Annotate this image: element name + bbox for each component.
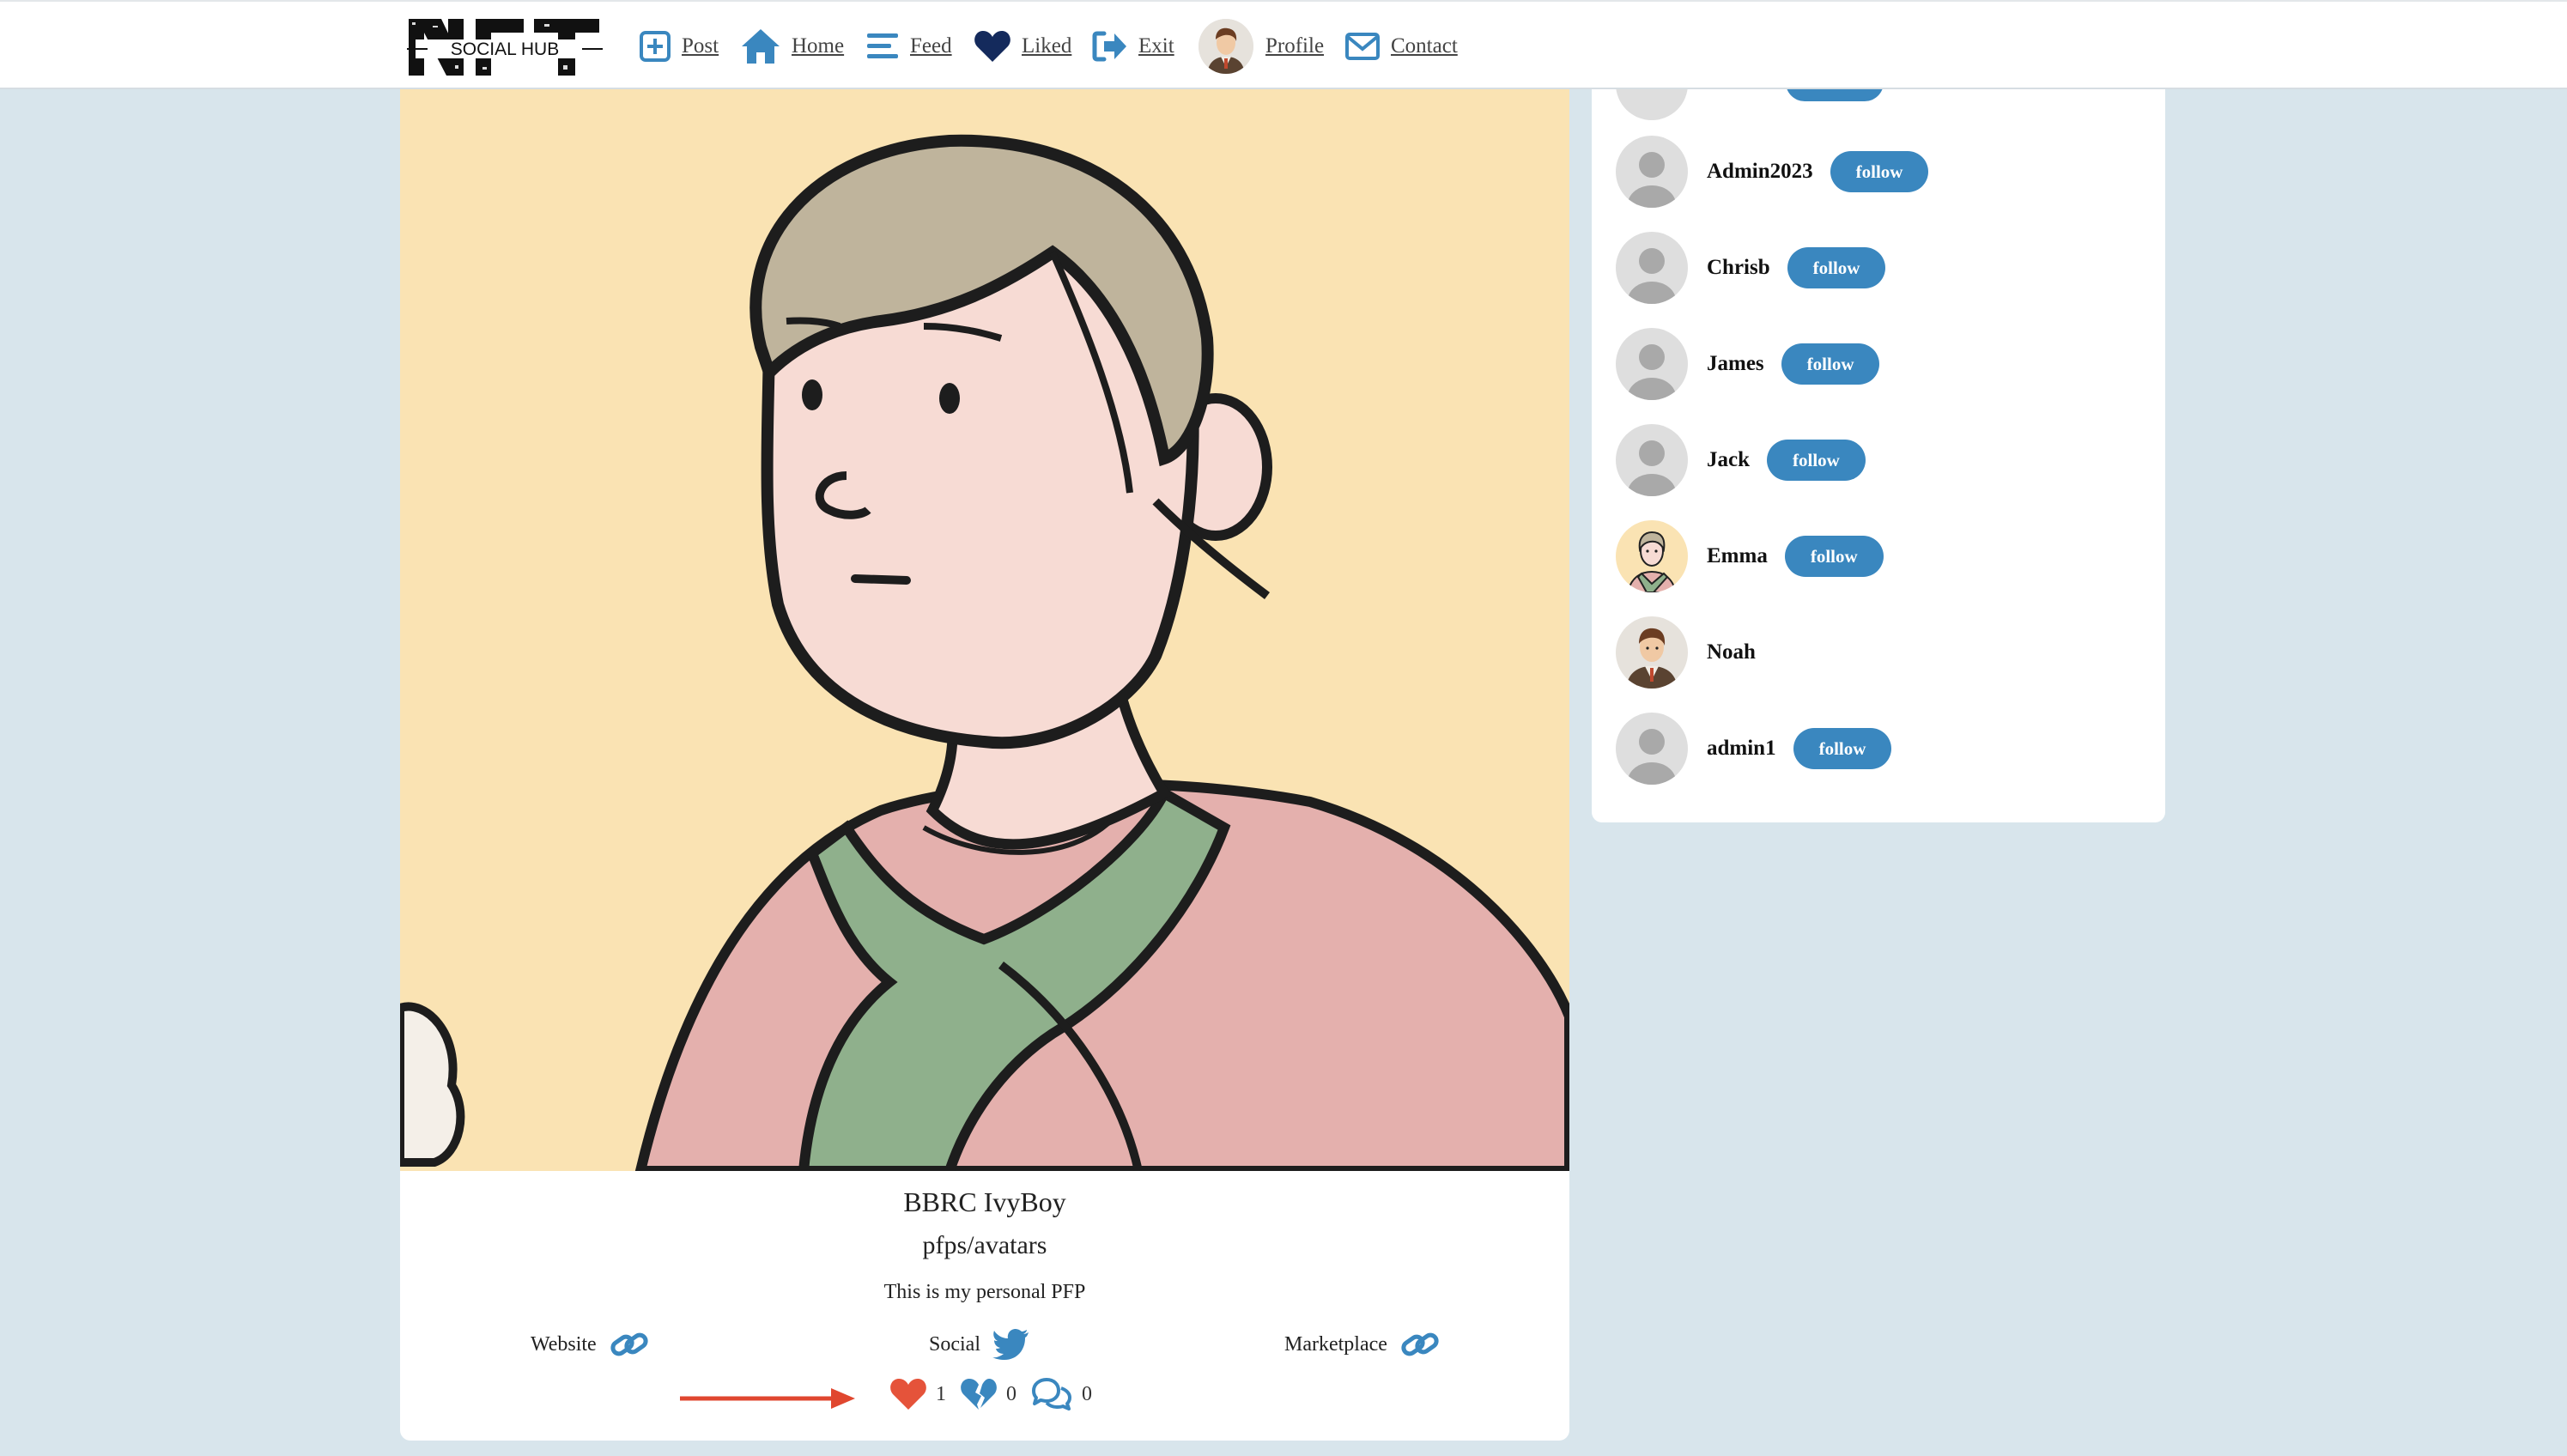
chain-link-icon	[610, 1332, 648, 1356]
nav-liked-link[interactable]: Liked	[974, 26, 1071, 67]
follow-button-partial[interactable]	[1786, 89, 1884, 101]
user-row-admin1: admin1 follow	[1616, 713, 1892, 785]
nav-contact-label: Contact	[1391, 34, 1458, 58]
post-card: BBRC IvyBoy pfps/avatars This is my pers…	[400, 89, 1569, 1441]
follow-button[interactable]: follow	[1784, 536, 1884, 577]
nav-post-link[interactable]: Post	[639, 26, 719, 67]
social-link-label: Social	[929, 1332, 980, 1356]
post-nft-image[interactable]	[400, 89, 1569, 1171]
likes-count: 1	[936, 1382, 946, 1405]
chain-link-icon	[1401, 1332, 1439, 1356]
nav-exit-label: Exit	[1138, 34, 1174, 58]
broken-heart-icon[interactable]	[960, 1377, 998, 1411]
post-title: BBRC IvyBoy	[903, 1186, 1066, 1217]
user-name[interactable]: Chrisb	[1707, 256, 1770, 280]
emma-avatar[interactable]	[1616, 520, 1688, 592]
home-icon	[742, 29, 780, 64]
top-navbar: SOCIAL HUB Post Home Feed Liked Exit Pro…	[0, 0, 2567, 89]
follow-button[interactable]: follow	[1781, 343, 1880, 385]
follow-button[interactable]: follow	[1830, 151, 1929, 192]
default-avatar[interactable]	[1616, 328, 1688, 400]
red-arrow-annotation	[680, 1388, 855, 1409]
follow-button[interactable]: follow	[1787, 247, 1886, 288]
noah-avatar[interactable]	[1616, 616, 1688, 689]
comments-count: 0	[1082, 1382, 1092, 1405]
user-row-jack: Jack follow	[1616, 424, 1866, 496]
social-link[interactable]: Social	[929, 1322, 1030, 1367]
website-link[interactable]: Website	[531, 1322, 650, 1367]
nav-profile-label: Profile	[1265, 34, 1325, 58]
website-link-label: Website	[531, 1332, 597, 1356]
user-name[interactable]: admin1	[1707, 737, 1776, 761]
user-row-emma: Emma follow	[1616, 520, 1884, 592]
user-name[interactable]: Emma	[1707, 544, 1768, 568]
twitter-bird-icon	[992, 1329, 1029, 1360]
user-name[interactable]: Admin2023	[1707, 160, 1813, 184]
marketplace-link-label: Marketplace	[1284, 1332, 1387, 1356]
post-stats: 1 0 0	[889, 1370, 1106, 1418]
nav-post-label: Post	[682, 34, 719, 58]
default-avatar[interactable]	[1616, 232, 1688, 304]
user-name[interactable]: Jack	[1707, 448, 1750, 472]
default-avatar	[1616, 89, 1688, 120]
nav-feed-link[interactable]: Feed	[865, 26, 952, 67]
default-avatar[interactable]	[1616, 136, 1688, 208]
nav-profile-link[interactable]: Profile	[1199, 19, 1324, 74]
heart-icon	[974, 31, 1010, 62]
follow-button[interactable]: follow	[1793, 728, 1892, 769]
nav-home-label: Home	[792, 34, 845, 58]
nav-exit-link[interactable]: Exit	[1092, 26, 1174, 67]
post-category: pfps/avatars	[922, 1231, 1047, 1259]
like-heart-icon[interactable]	[889, 1377, 927, 1411]
nav-feed-label: Feed	[910, 34, 952, 58]
users-sidebar: Admin2023 follow Chrisb follow James fol…	[1592, 89, 2165, 822]
user-name[interactable]: Noah	[1707, 640, 1756, 664]
default-avatar[interactable]	[1616, 424, 1688, 496]
user-name[interactable]: James	[1707, 352, 1764, 376]
feed-lines-icon	[867, 33, 898, 58]
nav-contact-link[interactable]: Contact	[1344, 26, 1458, 67]
envelope-icon	[1345, 33, 1380, 60]
nav-liked-label: Liked	[1022, 34, 1072, 58]
logo-subtext: SOCIAL HUB	[451, 39, 559, 59]
follow-button[interactable]: follow	[1767, 440, 1866, 481]
nft-social-hub-logo[interactable]: SOCIAL HUB	[407, 15, 603, 79]
user-row-admin2023: Admin2023 follow	[1616, 136, 1929, 208]
user-row-noah: Noah	[1616, 616, 1756, 689]
nav-home-link[interactable]: Home	[740, 26, 844, 67]
sign-out-icon	[1092, 31, 1126, 62]
default-avatar[interactable]	[1616, 713, 1688, 785]
user-row-chrisb: Chrisb follow	[1616, 232, 1886, 304]
post-description: This is my personal PFP	[883, 1281, 1086, 1303]
plus-square-icon	[640, 31, 671, 62]
marketplace-link[interactable]: Marketplace	[1284, 1322, 1441, 1367]
user-row-james: James follow	[1616, 328, 1880, 400]
profile-avatar	[1199, 19, 1253, 74]
comments-icon[interactable]	[1030, 1377, 1073, 1411]
dislikes-count: 0	[1006, 1382, 1016, 1405]
